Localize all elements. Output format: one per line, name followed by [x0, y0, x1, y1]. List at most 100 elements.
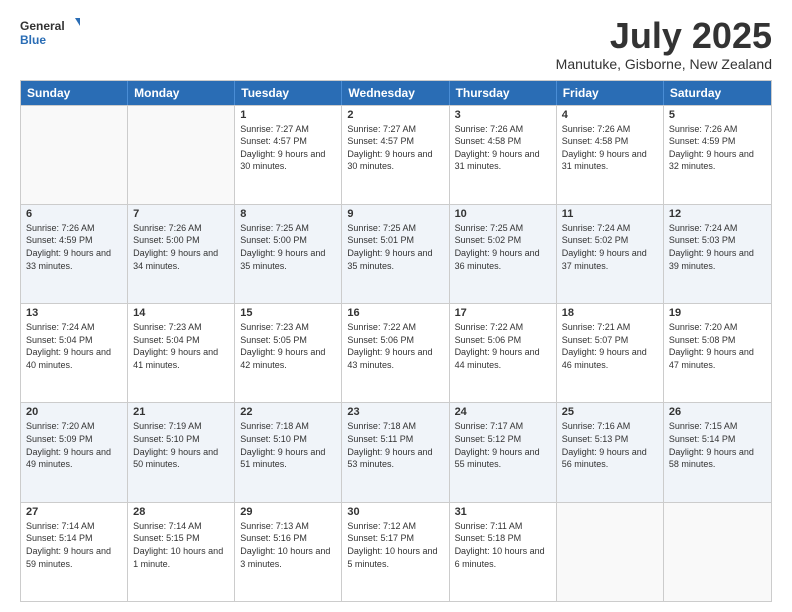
day-number: 8 [240, 208, 336, 220]
calendar-cell-18: 18 Sunrise: 7:21 AMSunset: 5:07 PMDayligh… [557, 304, 664, 402]
day-number: 19 [669, 307, 766, 319]
day-number: 31 [455, 506, 551, 518]
calendar-cell-26: 26 Sunrise: 7:15 AMSunset: 5:14 PMDayligh… [664, 403, 771, 501]
day-number: 2 [347, 109, 443, 121]
day-info: Sunrise: 7:25 AMSunset: 5:01 PMDaylight:… [347, 222, 443, 272]
calendar-cell-11: 11 Sunrise: 7:24 AMSunset: 5:02 PMDayligh… [557, 205, 664, 303]
svg-text:General: General [20, 19, 65, 33]
calendar-cell-4: 4Sunrise: 7:26 AMSunset: 4:58 PMDaylight… [557, 106, 664, 204]
day-number: 21 [133, 406, 229, 418]
day-number: 22 [240, 406, 336, 418]
day-info: Sunrise: 7:26 AMSunset: 5:00 PMDaylight:… [133, 222, 229, 272]
day-number: 13 [26, 307, 122, 319]
day-info: Sunrise: 7:27 AMSunset: 4:57 PMDaylight:… [347, 123, 443, 173]
calendar-cell-24: 24 Sunrise: 7:17 AMSunset: 5:12 PMDayligh… [450, 403, 557, 501]
day-info: Sunrise: 7:20 AMSunset: 5:08 PMDaylight:… [669, 321, 766, 371]
calendar-header: SundayMondayTuesdayWednesdayThursdayFrid… [21, 81, 771, 105]
calendar-cell-12: 12 Sunrise: 7:24 AMSunset: 5:03 PMDayligh… [664, 205, 771, 303]
weekday-header-thursday: Thursday [450, 81, 557, 105]
day-info: Sunrise: 7:14 AMSunset: 5:14 PMDaylight:… [26, 520, 122, 570]
day-info: Sunrise: 7:12 AMSunset: 5:17 PMDaylight:… [347, 520, 443, 570]
day-number: 24 [455, 406, 551, 418]
day-info: Sunrise: 7:16 AMSunset: 5:13 PMDaylight:… [562, 420, 658, 470]
calendar-row-3: 13Sunrise: 7:24 AMSunset: 5:04 PMDayligh… [21, 303, 771, 402]
logo-svg: General Blue [20, 16, 80, 52]
calendar-cell-16: 16Sunrise: 7:22 AMSunset: 5:06 PMDayligh… [342, 304, 449, 402]
calendar-cell-3: 3 Sunrise: 7:26 AMSunset: 4:58 PMDaylight… [450, 106, 557, 204]
day-number: 23 [347, 406, 443, 418]
day-info: Sunrise: 7:15 AMSunset: 5:14 PMDaylight:… [669, 420, 766, 470]
day-number: 30 [347, 506, 443, 518]
calendar-cell-15: 15 Sunrise: 7:23 AMSunset: 5:05 PMDayligh… [235, 304, 342, 402]
day-number: 16 [347, 307, 443, 319]
day-info: Sunrise: 7:21 AMSunset: 5:07 PMDaylight:… [562, 321, 658, 371]
calendar-cell-20: 20Sunrise: 7:20 AMSunset: 5:09 PMDayligh… [21, 403, 128, 501]
day-info: Sunrise: 7:14 AMSunset: 5:15 PMDaylight:… [133, 520, 229, 570]
day-info: Sunrise: 7:24 AMSunset: 5:02 PMDaylight:… [562, 222, 658, 272]
day-number: 7 [133, 208, 229, 220]
day-number: 29 [240, 506, 336, 518]
day-info: Sunrise: 7:26 AMSunset: 4:58 PMDaylight:… [455, 123, 551, 173]
svg-text:Blue: Blue [20, 33, 46, 47]
day-info: Sunrise: 7:18 AMSunset: 5:10 PMDaylight:… [240, 420, 336, 470]
page: General Blue July 2025 Manutuke, Gisborn… [0, 0, 792, 612]
day-info: Sunrise: 7:24 AMSunset: 5:03 PMDaylight:… [669, 222, 766, 272]
day-number: 1 [240, 109, 336, 121]
day-info: Sunrise: 7:26 AMSunset: 4:58 PMDaylight:… [562, 123, 658, 173]
title-block: July 2025 Manutuke, Gisborne, New Zealan… [556, 16, 772, 72]
day-info: Sunrise: 7:17 AMSunset: 5:12 PMDaylight:… [455, 420, 551, 470]
day-info: Sunrise: 7:26 AMSunset: 4:59 PMDaylight:… [26, 222, 122, 272]
main-title: July 2025 [556, 16, 772, 56]
calendar-cell-9: 9 Sunrise: 7:25 AMSunset: 5:01 PMDaylight… [342, 205, 449, 303]
calendar-cell-empty [128, 106, 235, 204]
day-info: Sunrise: 7:25 AMSunset: 5:00 PMDaylight:… [240, 222, 336, 272]
calendar-row-4: 20Sunrise: 7:20 AMSunset: 5:09 PMDayligh… [21, 402, 771, 501]
logo: General Blue [20, 16, 80, 52]
calendar-cell-28: 28 Sunrise: 7:14 AMSunset: 5:15 PMDayligh… [128, 503, 235, 601]
day-info: Sunrise: 7:26 AMSunset: 4:59 PMDaylight:… [669, 123, 766, 173]
day-number: 14 [133, 307, 229, 319]
day-info: Sunrise: 7:23 AMSunset: 5:04 PMDaylight:… [133, 321, 229, 371]
weekday-header-sunday: Sunday [21, 81, 128, 105]
day-number: 25 [562, 406, 658, 418]
day-info: Sunrise: 7:25 AMSunset: 5:02 PMDaylight:… [455, 222, 551, 272]
calendar-row-5: 27Sunrise: 7:14 AMSunset: 5:14 PMDayligh… [21, 502, 771, 601]
day-number: 12 [669, 208, 766, 220]
calendar-cell-14: 14 Sunrise: 7:23 AMSunset: 5:04 PMDayligh… [128, 304, 235, 402]
weekday-header-wednesday: Wednesday [342, 81, 449, 105]
subtitle: Manutuke, Gisborne, New Zealand [556, 56, 772, 72]
weekday-header-monday: Monday [128, 81, 235, 105]
calendar-cell-1: 1Sunrise: 7:27 AMSunset: 4:57 PMDaylight… [235, 106, 342, 204]
day-number: 28 [133, 506, 229, 518]
calendar-cell-25: 25 Sunrise: 7:16 AMSunset: 5:13 PMDayligh… [557, 403, 664, 501]
day-number: 3 [455, 109, 551, 121]
calendar: SundayMondayTuesdayWednesdayThursdayFrid… [20, 80, 772, 602]
day-number: 18 [562, 307, 658, 319]
day-number: 6 [26, 208, 122, 220]
day-number: 20 [26, 406, 122, 418]
calendar-row-2: 6 Sunrise: 7:26 AMSunset: 4:59 PMDaylight… [21, 204, 771, 303]
day-info: Sunrise: 7:19 AMSunset: 5:10 PMDaylight:… [133, 420, 229, 470]
day-number: 11 [562, 208, 658, 220]
calendar-cell-30: 30 Sunrise: 7:12 AMSunset: 5:17 PMDayligh… [342, 503, 449, 601]
day-number: 15 [240, 307, 336, 319]
calendar-cell-19: 19 Sunrise: 7:20 AMSunset: 5:08 PMDayligh… [664, 304, 771, 402]
calendar-cell-7: 7 Sunrise: 7:26 AMSunset: 5:00 PMDaylight… [128, 205, 235, 303]
calendar-cell-21: 21 Sunrise: 7:19 AMSunset: 5:10 PMDayligh… [128, 403, 235, 501]
calendar-cell-8: 8 Sunrise: 7:25 AMSunset: 5:00 PMDaylight… [235, 205, 342, 303]
day-number: 5 [669, 109, 766, 121]
day-number: 26 [669, 406, 766, 418]
calendar-body: 1 Sunrise: 7:27 AMSunset: 4:57 PMDaylight… [21, 105, 771, 601]
calendar-cell-17: 17Sunrise: 7:22 AMSunset: 5:06 PMDayligh… [450, 304, 557, 402]
calendar-cell-23: 23Sunrise: 7:18 AMSunset: 5:11 PMDayligh… [342, 403, 449, 501]
day-info: Sunrise: 7:13 AMSunset: 5:16 PMDaylight:… [240, 520, 336, 570]
header: General Blue July 2025 Manutuke, Gisborn… [20, 16, 772, 72]
weekday-header-friday: Friday [557, 81, 664, 105]
day-number: 9 [347, 208, 443, 220]
day-info: Sunrise: 7:23 AMSunset: 5:05 PMDaylight:… [240, 321, 336, 371]
weekday-header-saturday: Saturday [664, 81, 771, 105]
calendar-cell-2: 2 Sunrise: 7:27 AMSunset: 4:57 PMDaylight… [342, 106, 449, 204]
calendar-cell-empty [557, 503, 664, 601]
day-number: 10 [455, 208, 551, 220]
day-info: Sunrise: 7:22 AMSunset: 5:06 PMDaylight:… [455, 321, 551, 371]
